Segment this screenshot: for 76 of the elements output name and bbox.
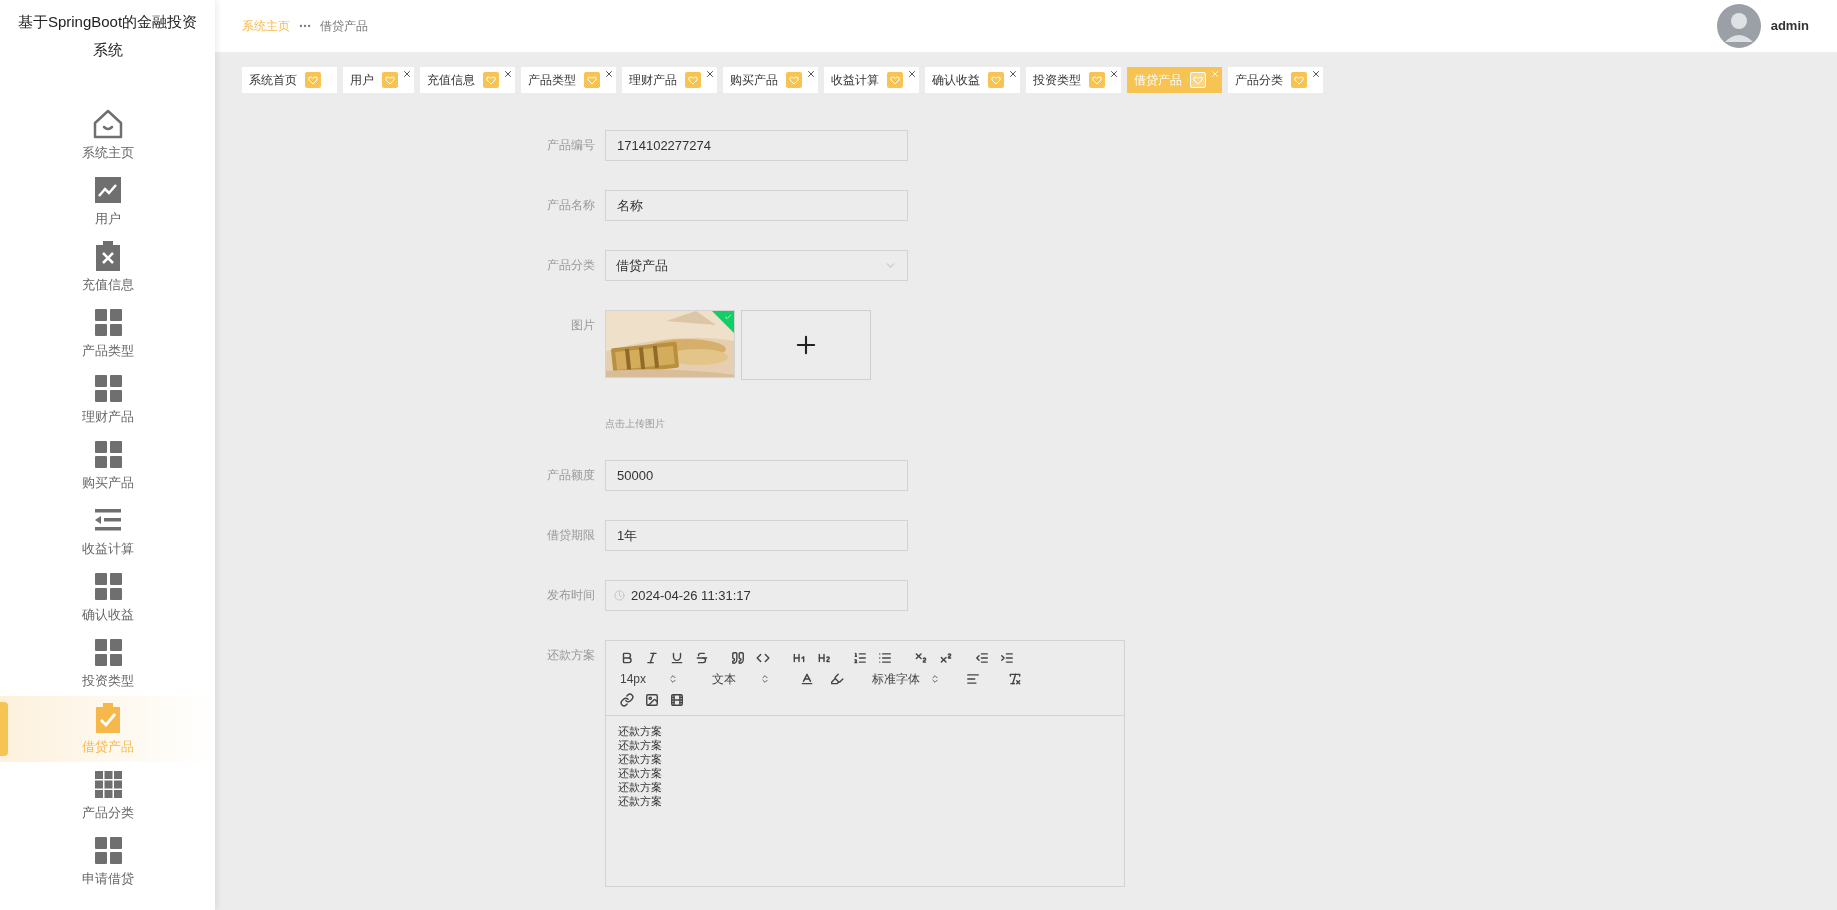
check-icon (724, 313, 732, 321)
breadcrumb-current: 借贷产品 (320, 18, 368, 35)
heart-tag-icon (483, 72, 499, 88)
page-tab[interactable]: 充值信息 (420, 67, 515, 93)
close-icon[interactable] (705, 69, 715, 79)
sidebar-item[interactable]: 购买产品 (0, 432, 215, 498)
sidebar-item[interactable]: 系统主页 (0, 102, 215, 168)
avatar (1716, 4, 1761, 48)
datetime-value: 2024-04-26 11:31:17 (631, 586, 751, 605)
sidebar-item[interactable]: 用户 (0, 168, 215, 234)
text-field[interactable]: 50000 (605, 460, 908, 491)
heart-tag-icon (887, 72, 903, 88)
username: admin (1770, 17, 1809, 36)
text-field[interactable]: 1714102277274 (605, 130, 908, 161)
sidebar-item[interactable]: 投资类型 (0, 630, 215, 696)
field-label: 产品名称 (546, 197, 596, 214)
close-icon[interactable] (1109, 69, 1119, 79)
close-icon[interactable] (604, 69, 614, 79)
editor-text-line: 还款方案 (618, 766, 663, 780)
toolbar-select[interactable]: 文本 (708, 670, 774, 688)
sidebar-item[interactable]: 申请借贷 (0, 828, 215, 894)
close-icon[interactable] (806, 69, 816, 79)
toolbar-select[interactable]: 标准字体 (868, 670, 944, 688)
up-down-caret-icon (668, 674, 678, 684)
heart-tag-icon (685, 72, 701, 88)
close-icon[interactable] (1008, 69, 1018, 79)
rich-text-editor[interactable]: 14px 文本 标准字体 还款方案 还款方案 还款方案 还款方案 还款方案 还款方案 (605, 640, 1125, 887)
heart-tag-icon (1190, 72, 1206, 88)
text-field[interactable]: 1年 (605, 520, 908, 551)
page-tab[interactable]: 理财产品 (622, 67, 717, 93)
heart-tag-icon (584, 72, 600, 88)
page-tab[interactable]: 用户 (343, 67, 414, 93)
heart-tag-icon (1291, 72, 1307, 88)
page-tab[interactable]: 投资类型 (1026, 67, 1121, 93)
up-down-caret-icon (930, 674, 940, 684)
editor-text-line: 还款方案 (618, 724, 663, 738)
field-label: 借贷期限 (546, 527, 596, 544)
heart-tag-icon (1089, 72, 1105, 88)
toolbar-select[interactable]: 14px (616, 670, 682, 688)
heart-tag-icon (305, 72, 321, 88)
field-label: 产品编号 (546, 137, 596, 154)
field-label: 产品分类 (546, 257, 596, 274)
sidebar-item[interactable]: 产品分类 (0, 762, 215, 828)
sidebar-item[interactable]: 理财产品 (0, 366, 215, 432)
active-indicator (0, 702, 8, 756)
select-field[interactable]: 借贷产品 (605, 250, 908, 281)
sidebar-item[interactable]: 收益计算 (0, 498, 215, 564)
heart-tag-icon (988, 72, 1004, 88)
field-label: 图片 (570, 317, 596, 334)
clock-icon (614, 590, 625, 601)
editor-text-line: 还款方案 (618, 794, 663, 808)
editor-text-line: 还款方案 (618, 738, 663, 752)
close-icon[interactable] (1311, 69, 1321, 79)
page-tab[interactable]: 确认收益 (925, 67, 1020, 93)
field-label: 还款方案 (546, 647, 596, 664)
heart-tag-icon (382, 72, 398, 88)
close-icon[interactable] (907, 69, 917, 79)
page-tab[interactable]: 收益计算 (824, 67, 919, 93)
page-tab[interactable]: 产品类型 (521, 67, 616, 93)
page-tab[interactable]: 产品分类 (1228, 67, 1323, 93)
text-field[interactable]: 名称 (605, 190, 908, 221)
editor-text-line: 还款方案 (618, 780, 663, 794)
sidebar-item[interactable]: 充值信息 (0, 234, 215, 300)
editor-text-line: 还款方案 (618, 752, 663, 766)
close-icon[interactable] (402, 69, 412, 79)
page-tab[interactable]: 购买产品 (723, 67, 818, 93)
datetime-field[interactable]: 2024-04-26 11:31:17 (605, 580, 908, 611)
page-tab[interactable]: 系统首页 (242, 67, 337, 93)
sidebar-item[interactable]: 确认收益 (0, 564, 215, 630)
field-label: 产品额度 (546, 467, 596, 484)
field-label: 发布时间 (546, 587, 596, 604)
sidebar-item[interactable]: 产品类型 (0, 300, 215, 366)
up-down-caret-icon (760, 674, 770, 684)
close-icon[interactable] (503, 69, 513, 79)
app-title: 基于SpringBoot的金融投资系统 (16, 12, 199, 60)
heart-tag-icon (786, 72, 802, 88)
